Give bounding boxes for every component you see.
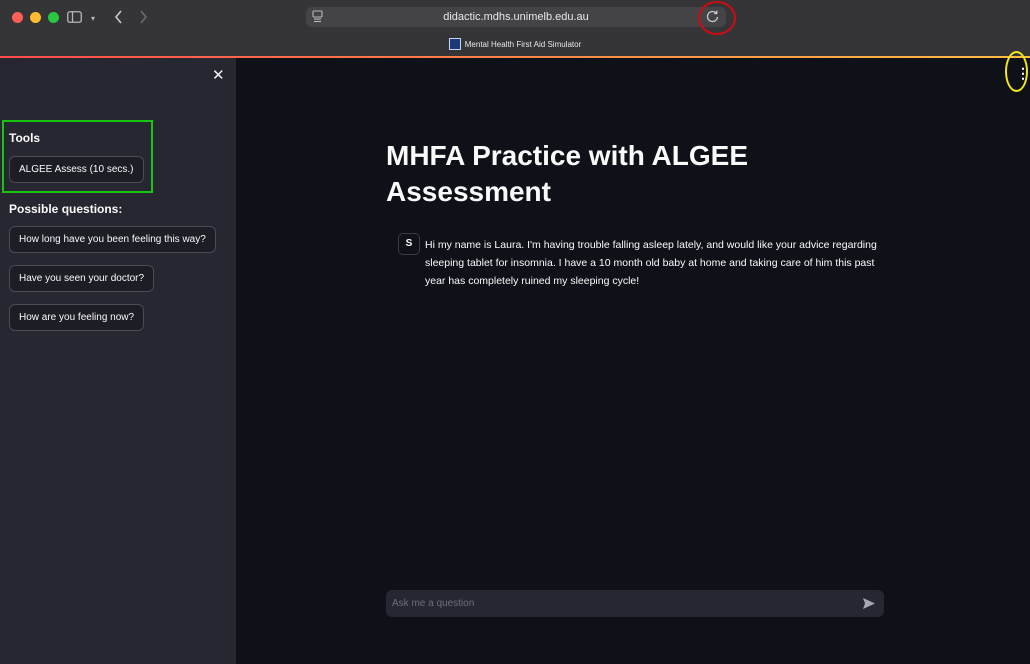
question-button-seen-doctor[interactable]: Have you seen your doctor? — [9, 265, 155, 292]
tools-highlight-box — [2, 120, 153, 193]
chevron-down-icon[interactable]: ▾ — [91, 12, 95, 26]
reload-highlight-circle — [698, 1, 736, 35]
send-icon[interactable] — [862, 597, 876, 610]
back-icon[interactable] — [114, 10, 123, 24]
url-text: didactic.mdhs.unimelb.edu.au — [443, 11, 589, 23]
question-button-feeling-now[interactable]: How are you feeling now? — [9, 304, 145, 331]
tab-title-text: Mental Health First Aid Simulator — [464, 40, 582, 50]
chat-input-container — [386, 590, 884, 617]
forward-icon[interactable] — [139, 10, 148, 24]
message-text: Hi my name is Laura. I'm having trouble … — [425, 239, 877, 287]
sidebar: ✕ Tools ALGEE Assess (10 secs.) Possible… — [0, 58, 236, 664]
avatar: S — [398, 233, 420, 255]
close-window-button[interactable] — [12, 12, 23, 23]
chat-input[interactable] — [386, 590, 846, 617]
address-bar[interactable]: didactic.mdhs.unimelb.edu.au — [306, 7, 726, 27]
zoom-window-button[interactable] — [48, 12, 59, 23]
page-title: MHFA Practice with ALGEE Assessment — [386, 140, 748, 207]
minimize-window-button[interactable] — [30, 12, 41, 23]
sidebar-toggle-icon[interactable] — [67, 11, 82, 23]
browser-toolbar: ▾ didactic.mdhs.unimelb.edu.au Mental He… — [0, 0, 1030, 57]
menu-highlight-circle — [1005, 51, 1028, 92]
possible-questions-heading: Possible questions: — [9, 202, 123, 216]
window-controls — [12, 12, 59, 23]
question-button-how-long[interactable]: How long have you been feeling this way? — [9, 226, 216, 253]
favicon-icon — [448, 38, 461, 50]
close-icon[interactable]: ✕ — [212, 68, 225, 83]
active-tab[interactable]: Mental Health First Aid Simulator — [0, 38, 1030, 51]
